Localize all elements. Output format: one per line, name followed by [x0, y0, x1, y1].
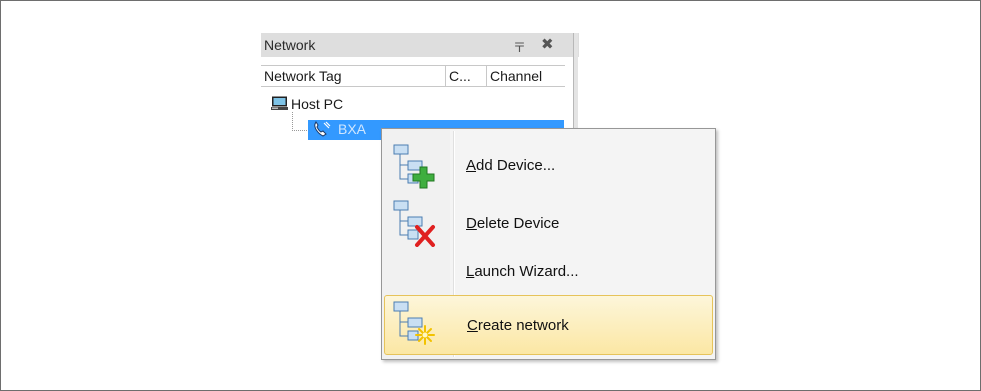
menu-item-label: Delete Device: [466, 215, 559, 232]
add-device-icon: [393, 144, 435, 189]
column-network-tag[interactable]: Network Tag: [261, 66, 446, 86]
mnemonic: C: [467, 317, 478, 334]
context-menu: Add Device... Delete Device Launch Wizar…: [381, 128, 716, 360]
panel-title: Network: [264, 37, 316, 53]
label-rest: reate network: [477, 317, 569, 334]
close-icon[interactable]: ✖: [541, 35, 554, 53]
menu-item-label: Create network: [467, 317, 569, 334]
mnemonic: D: [466, 215, 477, 232]
label-rest: aunch Wizard...: [474, 263, 579, 280]
delete-device-icon: [393, 200, 435, 247]
menu-item-add-device[interactable]: Add Device...: [384, 135, 713, 195]
tree-item-label: BXA: [338, 121, 367, 137]
mnemonic: A: [466, 157, 477, 174]
tree-item-host-pc[interactable]: Host PC: [271, 94, 471, 114]
column-header: Network Tag C... Channel: [261, 65, 565, 87]
phone-icon: [314, 121, 331, 137]
column-channel[interactable]: Channel: [487, 66, 565, 86]
menu-item-create-network[interactable]: Create network: [384, 295, 713, 355]
tree-connector: [292, 112, 309, 131]
menu-item-delete-device[interactable]: Delete Device: [384, 195, 713, 253]
menu-item-launch-wizard[interactable]: Launch Wizard...: [384, 253, 713, 293]
label-rest: elete Device: [476, 215, 560, 232]
panel-header: Network 〒 ✖: [261, 33, 579, 57]
column-c[interactable]: C...: [446, 66, 487, 86]
computer-icon: [271, 96, 288, 110]
create-network-icon: [393, 301, 435, 345]
label-rest: dd Device...: [476, 157, 556, 174]
pin-icon[interactable]: 〒: [513, 37, 526, 56]
menu-item-label: Launch Wizard...: [466, 263, 579, 280]
menu-item-label: Add Device...: [466, 157, 555, 174]
tree-item-label: Host PC: [291, 96, 344, 112]
